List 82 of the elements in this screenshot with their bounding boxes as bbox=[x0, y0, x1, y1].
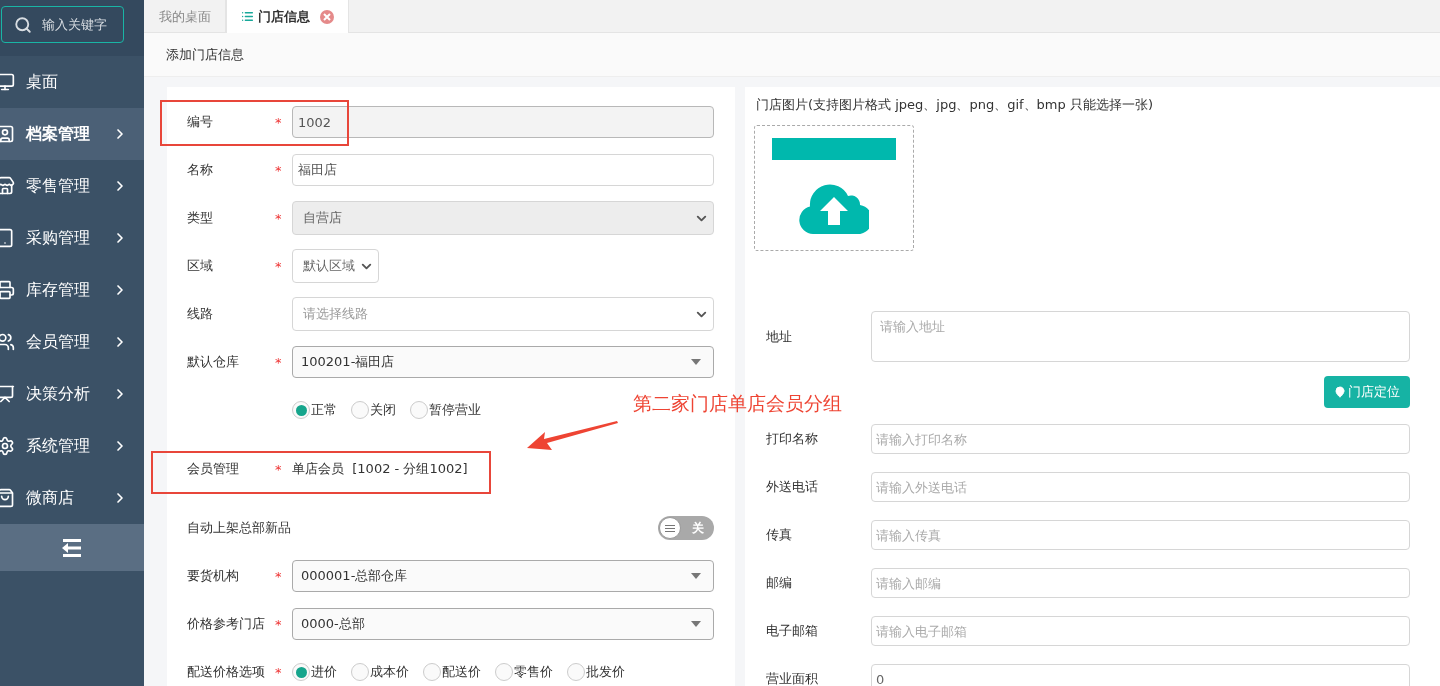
field-label: 编号 bbox=[187, 113, 213, 131]
field-label: 传真 bbox=[766, 526, 792, 544]
dropdown-field[interactable]: 0000-总部 bbox=[292, 608, 714, 640]
required-mark: * bbox=[275, 568, 283, 584]
field-label: 区域 bbox=[187, 257, 213, 275]
field-label: 外送电话 bbox=[766, 478, 818, 496]
field-value: 单店会员 [1002 - 分组1002] bbox=[292, 460, 469, 478]
annotation-text: 第二家门店单店会员分组 bbox=[633, 391, 842, 416]
menu-item-icon bbox=[0, 72, 15, 92]
text-input[interactable]: 请输入电子邮箱 bbox=[871, 616, 1410, 646]
search-field[interactable]: 输入关键字 bbox=[1, 6, 124, 43]
dropdown-field[interactable]: 000001-总部仓库 bbox=[292, 560, 714, 592]
sidebar-item[interactable]: 微商店 bbox=[0, 472, 144, 524]
field-label: 线路 bbox=[187, 305, 213, 323]
text-input[interactable]: 请输入外送电话 bbox=[871, 472, 1410, 502]
address-field[interactable]: 请输入地址 bbox=[871, 311, 1410, 362]
required-mark: * bbox=[275, 461, 283, 477]
text-input[interactable]: 请输入邮编 bbox=[871, 568, 1410, 598]
radio-option[interactable]: 暂停营业 bbox=[410, 401, 481, 419]
text-input[interactable]: 0 bbox=[871, 664, 1410, 686]
field-label: 名称 bbox=[187, 161, 213, 179]
select-field[interactable]: 默认区域 bbox=[292, 249, 379, 283]
menu-item-icon bbox=[0, 436, 15, 456]
close-icon[interactable] bbox=[320, 9, 334, 24]
menu-item-icon bbox=[0, 488, 15, 508]
sidebar-item[interactable]: 会员管理 bbox=[0, 316, 144, 368]
collapse-icon bbox=[61, 537, 83, 558]
required-mark: * bbox=[275, 114, 283, 130]
text-input[interactable]: 福田店 bbox=[292, 154, 714, 186]
sidebar-item[interactable]: 档案管理 bbox=[0, 108, 144, 160]
caret-icon bbox=[691, 573, 701, 579]
menu-item-icon bbox=[0, 176, 15, 196]
field-label: 默认仓库 bbox=[187, 353, 239, 371]
field-label: 要货机构 bbox=[187, 567, 239, 585]
menu-item-icon bbox=[0, 280, 15, 300]
text-input[interactable]: 请输入打印名称 bbox=[871, 424, 1410, 454]
field-label: 营业面积 bbox=[766, 670, 818, 686]
sidebar-item[interactable]: 桌面 bbox=[0, 56, 144, 108]
field-label: 打印名称 bbox=[766, 430, 818, 448]
sidebar-item[interactable]: 系统管理 bbox=[0, 420, 144, 472]
required-mark: * bbox=[275, 258, 283, 274]
field-label: 电子邮箱 bbox=[766, 622, 818, 640]
field-label: 配送价格选项 bbox=[187, 663, 265, 681]
image-upload-area[interactable] bbox=[754, 125, 914, 251]
field-label: 类型 bbox=[187, 209, 213, 227]
required-mark: * bbox=[275, 210, 283, 226]
sidebar-item[interactable]: 采购管理 bbox=[0, 212, 144, 264]
caret-icon bbox=[691, 621, 701, 627]
menu-item-icon bbox=[0, 124, 15, 144]
radio-option[interactable]: 进价 bbox=[292, 663, 337, 681]
field-label: 地址 bbox=[766, 327, 792, 346]
sidebar-item[interactable]: 零售管理 bbox=[0, 160, 144, 212]
image-label: 门店图片(支持图片格式 jpeg、jpg、png、gif、bmp 只能选择一张) bbox=[756, 96, 1154, 114]
field-label: 邮编 bbox=[766, 574, 792, 592]
radio-option[interactable]: 批发价 bbox=[567, 663, 625, 681]
map-pin-icon bbox=[1334, 386, 1346, 398]
tab[interactable]: 门店信息 bbox=[226, 0, 349, 33]
menu-item-icon bbox=[0, 228, 15, 248]
field-label: 会员管理 bbox=[187, 460, 239, 478]
radio-option[interactable]: 零售价 bbox=[495, 663, 553, 681]
page-title: 添加门店信息 bbox=[166, 45, 244, 64]
radio-option[interactable]: 配送价 bbox=[423, 663, 481, 681]
menu-item-icon bbox=[0, 384, 15, 404]
required-mark: * bbox=[275, 664, 283, 680]
caret-icon bbox=[691, 359, 701, 365]
list-icon bbox=[241, 10, 254, 23]
field-label: 价格参考门店 bbox=[187, 615, 265, 633]
dropdown-field[interactable]: 100201-福田店 bbox=[292, 346, 714, 378]
collapse-button[interactable] bbox=[0, 524, 144, 571]
menu-item-icon bbox=[0, 332, 15, 352]
required-mark: * bbox=[275, 616, 283, 632]
sidebar-item[interactable]: 库存管理 bbox=[0, 264, 144, 316]
radio-option[interactable]: 成本价 bbox=[351, 663, 409, 681]
sidebar-item[interactable]: 决策分析 bbox=[0, 368, 144, 420]
text-input[interactable]: 请输入传真 bbox=[871, 520, 1410, 550]
required-mark: * bbox=[275, 354, 283, 370]
field-label: 自动上架总部新品 bbox=[187, 519, 291, 537]
cloud-upload-icon bbox=[799, 182, 869, 234]
radio-option[interactable]: 正常 bbox=[292, 401, 337, 419]
required-mark: * bbox=[275, 162, 283, 178]
search-icon bbox=[14, 15, 32, 34]
radio-option[interactable]: 关闭 bbox=[351, 401, 396, 419]
